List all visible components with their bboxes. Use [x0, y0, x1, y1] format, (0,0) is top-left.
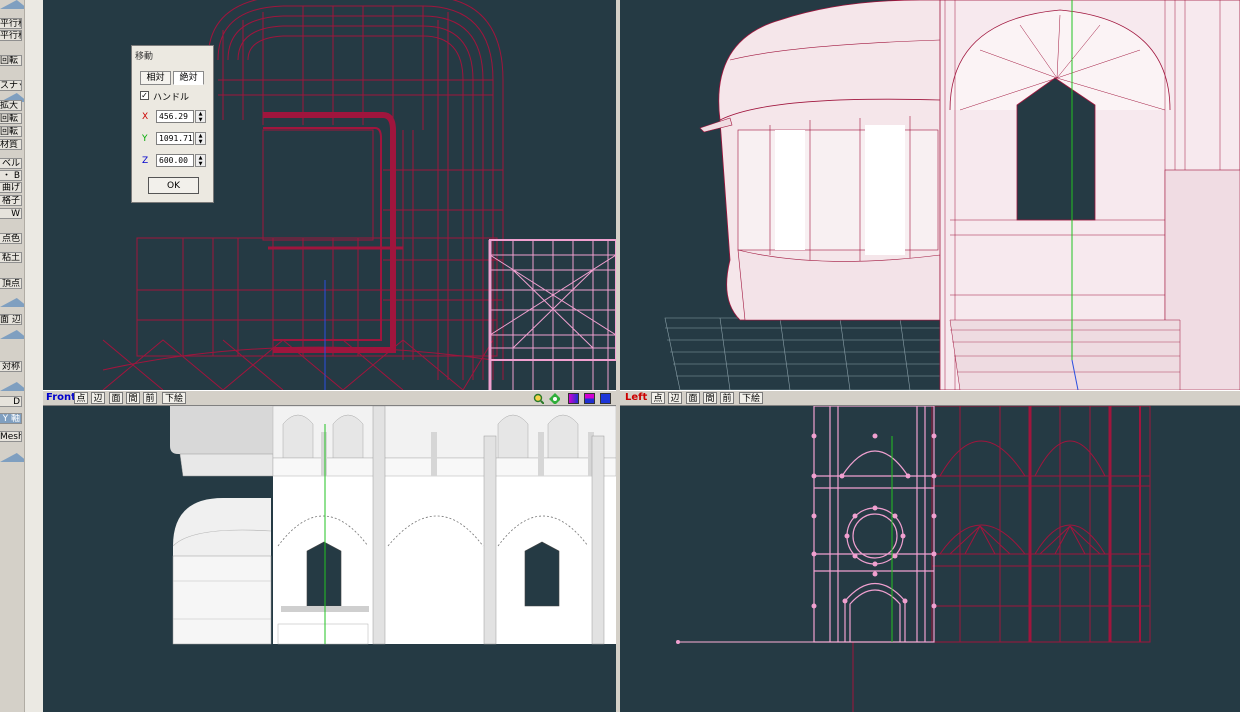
mode-between[interactable]: 間 [126, 392, 140, 404]
cmd-button[interactable]: 平行移動 G [0, 30, 22, 41]
y-field[interactable]: 1091.71 [156, 132, 194, 145]
cmd-button[interactable]: 点色 [0, 233, 22, 244]
dialog-title: 移動 [135, 52, 154, 62]
section-header[interactable] [0, 298, 24, 307]
section-header[interactable] [0, 453, 24, 462]
cmd-button[interactable]: 対称 [0, 361, 22, 372]
mode-underlay[interactable]: 下絵 [162, 392, 186, 404]
mode-face[interactable]: 面 [109, 392, 123, 404]
x-spinner[interactable]: ▲ ▼ [195, 110, 206, 123]
front-viewport-toolbar: Front 点 辺 面 間 前 下絵 [43, 390, 616, 406]
mode-front[interactable]: 前 [720, 392, 734, 404]
cmd-button[interactable]: 曲げ [0, 182, 22, 193]
left-viewport-toolbar: Left 点 辺 面 間 前 下絵 [620, 390, 1240, 406]
mode-edge[interactable]: 辺 [668, 392, 682, 404]
left-view-label[interactable]: Left [625, 392, 647, 403]
color-mode-icon[interactable] [568, 393, 579, 404]
z-axis-label: Z [142, 156, 149, 166]
viewport-perspective[interactable] [620, 0, 1240, 390]
cmd-button[interactable]: 回転 F [0, 113, 22, 124]
cmd-button[interactable]: スナッピング [0, 80, 22, 91]
cmd-button[interactable]: 回転 I [0, 126, 22, 137]
tab-relative[interactable]: 相対 [140, 71, 171, 85]
x-axis-label: X [142, 112, 149, 122]
mode-edge[interactable]: 辺 [91, 392, 105, 404]
ok-button[interactable]: OK [148, 177, 199, 194]
split-mode-icon[interactable] [584, 393, 595, 404]
cmd-button[interactable]: Y 軸 [0, 413, 22, 424]
pan-icon[interactable] [549, 393, 560, 404]
mode-between[interactable]: 間 [703, 392, 717, 404]
section-header[interactable] [0, 382, 24, 391]
toolbar-gutter [24, 0, 43, 712]
cmd-button[interactable]: 格子 [0, 195, 22, 206]
tab-absolute[interactable]: 絶対 [173, 71, 204, 85]
z-field[interactable]: 600.00 [156, 154, 194, 167]
cmd-button[interactable]: 回転 C [0, 55, 22, 66]
viewport-left[interactable] [620, 406, 1240, 712]
cmd-button[interactable]: ベル [0, 158, 22, 169]
cmd-button[interactable]: D [0, 396, 22, 407]
x-field[interactable]: 456.29 [156, 110, 194, 123]
mode-front[interactable]: 前 [143, 392, 157, 404]
mode-vertex[interactable]: 点 [651, 392, 665, 404]
cmd-button[interactable]: ・ B [0, 170, 22, 181]
section-header[interactable] [0, 330, 24, 339]
viewport-front[interactable] [43, 406, 616, 712]
viewport-top[interactable]: 移動 相対 絶対 ✓ ハンドル X 456.29 ▲ ▼ Y 1091.71 ▲ ▼… [43, 0, 616, 390]
front-view-render [170, 406, 616, 645]
front-view-label[interactable]: Front [46, 392, 76, 403]
z-spinner[interactable]: ▲ ▼ [195, 154, 206, 167]
zoom-icon[interactable] [533, 393, 544, 404]
cmd-button[interactable]: 平行移動 G [0, 18, 22, 29]
cmd-button[interactable]: 粘土 [0, 252, 22, 263]
command-toolbar: 平行移動 G 平行移動 G 回転 C スナッピング 拡大 P 回転 F 回転 I… [0, 0, 24, 712]
y-axis-label: Y [142, 134, 148, 144]
y-spinner[interactable]: ▲ ▼ [195, 132, 206, 145]
handle-label: ハンドル [153, 93, 190, 103]
perspective-render [664, 0, 1240, 390]
cmd-button[interactable]: 拡大 P [0, 100, 22, 111]
mode-underlay[interactable]: 下絵 [739, 392, 763, 404]
top-view-wireframe [102, 0, 616, 390]
cmd-button[interactable]: 材質 M [0, 139, 22, 150]
mode-face[interactable]: 面 [686, 392, 700, 404]
cmd-button[interactable]: 面 辺 [0, 314, 22, 325]
section-header[interactable] [0, 0, 24, 9]
move-dialog: 移動 相対 絶対 ✓ ハンドル X 456.29 ▲ ▼ Y 1091.71 ▲ ▼… [131, 45, 214, 203]
cmd-button[interactable]: Mesh [0, 431, 22, 442]
mode-vertex[interactable]: 点 [74, 392, 88, 404]
left-view-wireframe [676, 406, 1151, 712]
solid-mode-icon[interactable] [600, 393, 611, 404]
handle-checkbox[interactable]: ✓ [140, 91, 149, 100]
cmd-button[interactable]: 頂点 [0, 278, 22, 289]
cmd-button[interactable]: W [0, 208, 22, 219]
